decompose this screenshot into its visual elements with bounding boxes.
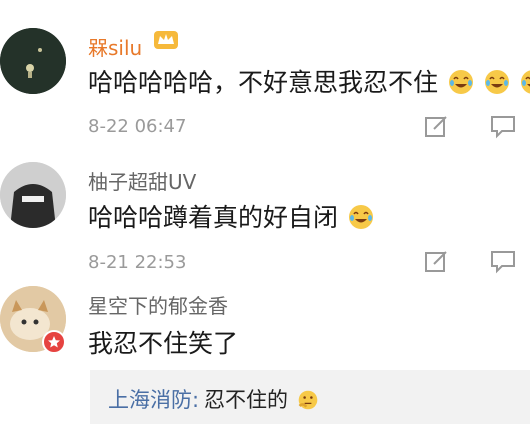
avatar-image: [0, 162, 66, 228]
share-icon[interactable]: [424, 248, 450, 274]
reply-username[interactable]: 上海消防:: [108, 384, 199, 414]
comment-text: 我忍不住笑了: [88, 324, 238, 360]
share-icon[interactable]: [424, 113, 450, 139]
comment-icon[interactable]: [490, 248, 516, 274]
avatar[interactable]: [0, 28, 66, 94]
comment-text-content: 哈哈哈蹲着真的好自闭: [88, 203, 339, 232]
comment-text-content: 我忍不住笑了: [88, 329, 239, 358]
reply-text-content: 忍不住的: [204, 388, 288, 412]
comment-item: 星空下的郁金香 我忍不住笑了: [0, 280, 530, 370]
username[interactable]: 槑silu: [88, 32, 142, 61]
comment-time: 8-21 22:53: [88, 252, 187, 273]
avatar-image: [0, 28, 66, 94]
thinking-emoji-icon: [298, 390, 317, 410]
comment-text: 哈哈哈哈哈，不好意思我忍不住: [88, 63, 530, 99]
comment-text-content: 哈哈哈哈哈，不好意思我忍不住: [88, 68, 439, 97]
laughing-crying-emoji-icon: [520, 70, 530, 94]
laughing-crying-emoji-icon: [484, 70, 509, 94]
comment-time: 8-22 06:47: [88, 116, 187, 137]
username[interactable]: 星空下的郁金香: [88, 290, 228, 319]
laughing-crying-emoji-icon: [348, 205, 373, 229]
laughing-crying-emoji-icon: [448, 70, 473, 94]
reply-preview[interactable]: 上海消防: 忍不住的: [90, 370, 530, 424]
comment-item: 柚子超甜UV 哈哈哈蹲着真的好自闭 8-21 22:53: [0, 150, 530, 280]
username[interactable]: 柚子超甜UV: [88, 166, 196, 195]
comment-icon[interactable]: [490, 113, 516, 139]
reply-text: 忍不住的: [204, 384, 319, 414]
avatar[interactable]: [0, 162, 66, 228]
crown-icon: [154, 31, 178, 49]
verified-badge-icon: [42, 330, 66, 354]
comment-text: 哈哈哈蹲着真的好自闭: [88, 198, 374, 234]
comment-item: 槑silu 哈哈哈哈哈，不好意思我忍不住 8-22 06:47: [0, 0, 530, 150]
